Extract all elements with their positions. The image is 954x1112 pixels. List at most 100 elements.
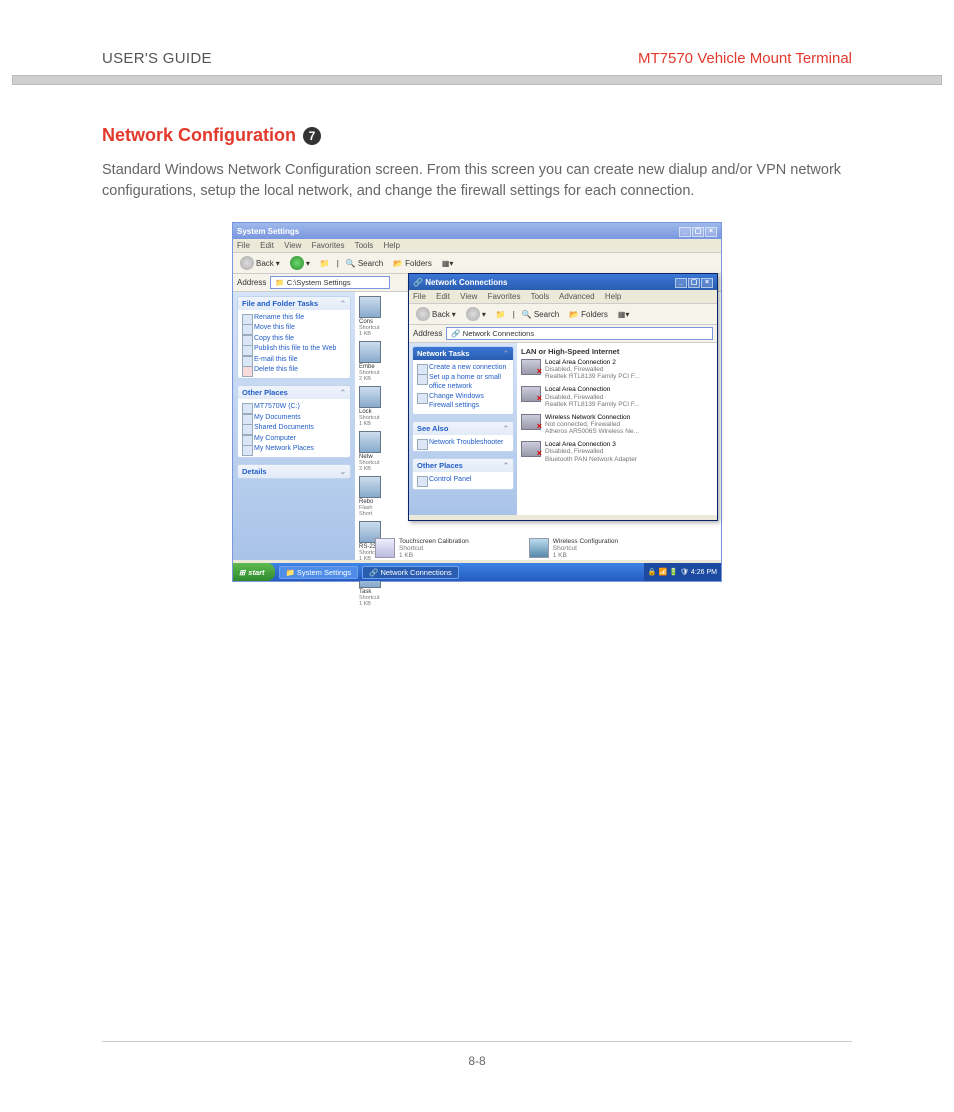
clock[interactable]: 4:26 PM [691, 569, 717, 576]
inner-window-buttons[interactable]: _▢× [674, 277, 713, 288]
inner-addressbar: Address 🔗 Network Connections [409, 325, 717, 343]
shortcut-icon[interactable]: NetwShortcut2 KB [359, 431, 393, 472]
folders-button[interactable]: 📂 Folders [390, 258, 435, 269]
embedded-icon [359, 341, 381, 363]
task-delete[interactable]: Delete this file [242, 365, 346, 375]
console-icon [359, 296, 381, 318]
task-copy[interactable]: Copy this file [242, 334, 346, 344]
nic-item[interactable]: Local Area ConnectionDisabled, Firewalle… [521, 386, 713, 407]
menu-file[interactable]: File [237, 241, 250, 250]
menu-favorites[interactable]: Favorites [312, 241, 345, 250]
windows-logo-icon: ⊞ [239, 568, 245, 577]
touchscreen-shortcut[interactable]: Touchscreen CalibrationShortcut1 KB [375, 538, 469, 559]
menu-edit[interactable]: Edit [436, 292, 450, 301]
system-tray[interactable]: 🔒 📶 🔋 🛡 4:26 PM [644, 563, 721, 581]
task-email[interactable]: E-mail this file [242, 355, 346, 365]
maximize-icon[interactable]: ▢ [688, 278, 700, 288]
close-icon[interactable]: × [701, 278, 713, 288]
wireless-icon [529, 538, 549, 558]
task-home-network[interactable]: Set up a home or small office network [417, 373, 509, 392]
menu-help[interactable]: Help [605, 292, 621, 301]
inner-right-pane: LAN or High-Speed Internet Local Area Co… [517, 343, 717, 515]
back-button[interactable]: Back ▾ [413, 306, 459, 322]
menu-view[interactable]: View [284, 241, 301, 250]
start-button[interactable]: ⊞start [233, 563, 275, 581]
shortcut-icon[interactable]: ConsShortcut1 KB [359, 296, 393, 337]
search-button[interactable]: 🔍 Search [519, 309, 562, 320]
menu-advanced[interactable]: Advanced [559, 292, 595, 301]
footer-rule [102, 1041, 852, 1042]
maximize-icon[interactable]: ▢ [692, 227, 704, 237]
task-firewall[interactable]: Change Windows Firewall settings [417, 392, 509, 411]
wireless-shortcut[interactable]: Wireless ConfigurationShortcut1 KB [529, 538, 618, 559]
nic-icon [521, 386, 541, 402]
forward-button[interactable]: ▾ [287, 255, 313, 271]
place-mydocs[interactable]: My Documents [242, 413, 346, 423]
folders-button[interactable]: 📂 Folders [566, 309, 611, 320]
place-network[interactable]: My Network Places [242, 444, 346, 454]
chevron-icon[interactable]: ⌃ [503, 424, 509, 433]
tray-icon[interactable]: 🛡 [680, 568, 689, 576]
chevron-icon[interactable]: ⌃ [340, 388, 346, 397]
up-button[interactable]: 📁 [493, 309, 509, 320]
page-number: 8-8 [0, 1054, 954, 1068]
forward-button[interactable]: ▾ [463, 306, 489, 322]
address-input[interactable]: 📁 C:\System Settings [270, 276, 390, 289]
header-left: USER'S GUIDE [102, 50, 212, 67]
task-new-connection[interactable]: Create a new connection [417, 363, 509, 373]
place-shared[interactable]: Shared Documents [242, 423, 346, 433]
tray-icon[interactable]: 🔒 [648, 568, 657, 576]
search-button[interactable]: 🔍 Search [343, 258, 386, 269]
tray-icon[interactable]: 📶 [659, 568, 668, 576]
nic-item[interactable]: Local Area Connection 2Disabled, Firewal… [521, 359, 713, 380]
chevron-down-icon[interactable]: ⌄ [340, 467, 346, 476]
outer-menubar[interactable]: File Edit View Favorites Tools Help [233, 239, 721, 253]
taskbar-tab[interactable]: 📁 System Settings [279, 566, 359, 579]
taskbar-tab-active[interactable]: 🔗 Network Connections [362, 566, 459, 579]
up-button[interactable]: 📁 [317, 258, 333, 269]
place-drive[interactable]: MT7570W (C:) [242, 402, 346, 412]
minimize-icon[interactable]: _ [679, 227, 691, 237]
chevron-icon[interactable]: ⌃ [340, 299, 346, 308]
chevron-icon[interactable]: ⌃ [503, 461, 509, 470]
chevron-icon[interactable]: ⌃ [503, 349, 509, 358]
window-buttons[interactable]: _▢× [678, 226, 717, 237]
shortcut-icon[interactable]: EmbeShortcut2 KB [359, 341, 393, 382]
task-rename[interactable]: Rename this file [242, 313, 346, 323]
address-input[interactable]: 🔗 Network Connections [446, 327, 713, 340]
address-label: Address [237, 278, 266, 287]
minimize-icon[interactable]: _ [675, 278, 687, 288]
nic-item[interactable]: Wireless Network ConnectionNot connected… [521, 414, 713, 435]
menu-tools[interactable]: Tools [531, 292, 550, 301]
outer-titlebar[interactable]: System Settings _▢× [233, 223, 721, 239]
inner-titlebar[interactable]: 🔗 Network Connections _▢× [409, 274, 717, 290]
section-badge: 7 [303, 127, 321, 145]
link-troubleshooter[interactable]: Network Troubleshooter [417, 438, 509, 448]
views-button[interactable]: ▦▾ [615, 309, 633, 320]
details-panel: Details⌄ [237, 464, 351, 479]
menu-file[interactable]: File [413, 292, 426, 301]
nic-item[interactable]: Local Area Connection 3Disabled, Firewal… [521, 441, 713, 462]
views-button[interactable]: ▦▾ [439, 258, 457, 269]
place-control-panel[interactable]: Control Panel [417, 475, 509, 485]
menu-favorites[interactable]: Favorites [488, 292, 521, 301]
inner-left-pane: Network Tasks⌃ Create a new connection S… [409, 343, 517, 515]
close-icon[interactable]: × [705, 227, 717, 237]
back-icon [416, 307, 430, 321]
inner-menubar[interactable]: File Edit View Favorites Tools Advanced … [409, 290, 717, 304]
outer-left-pane: File and Folder Tasks⌃ Rename this file … [233, 292, 355, 560]
shortcut-icon[interactable]: ReboFlashShort [359, 476, 393, 517]
taskbar: ⊞start 📁 System Settings 🔗 Network Conne… [233, 563, 721, 581]
file-tasks-panel: File and Folder Tasks⌃ Rename this file … [237, 296, 351, 379]
shortcut-icon[interactable]: LockShortcut1 KB [359, 386, 393, 427]
task-publish[interactable]: Publish this file to the Web [242, 344, 346, 354]
place-mycomputer[interactable]: My Computer [242, 434, 346, 444]
menu-tools[interactable]: Tools [355, 241, 374, 250]
menu-edit[interactable]: Edit [260, 241, 274, 250]
back-button[interactable]: Back ▾ [237, 255, 283, 271]
task-move[interactable]: Move this file [242, 323, 346, 333]
menu-view[interactable]: View [460, 292, 477, 301]
bluetooth-icon [521, 441, 541, 457]
menu-help[interactable]: Help [384, 241, 400, 250]
tray-icon[interactable]: 🔋 [669, 568, 678, 576]
